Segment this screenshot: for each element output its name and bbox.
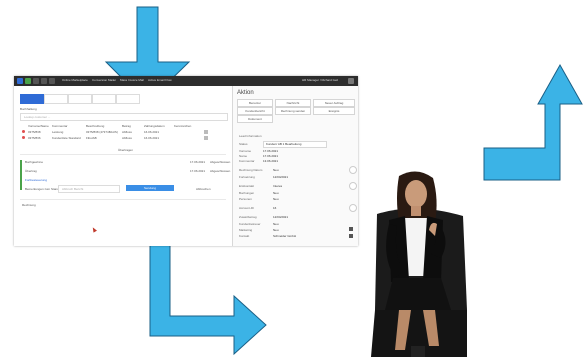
tab-overview[interactable] <box>20 94 44 104</box>
bell-icon[interactable] <box>49 78 55 84</box>
field-value: 12/04/2021 <box>273 215 289 219</box>
field-value: Schneider GmbH <box>273 234 297 238</box>
field-label: Rechnung Datum <box>239 168 263 172</box>
menu-icon[interactable] <box>33 78 39 84</box>
field-label: Erstkontakt <box>239 184 255 188</box>
field-label: Personen <box>239 197 252 201</box>
topbar-item[interactable]: Online Marketplace <box>62 78 88 82</box>
list-date: 17.06.2021 <box>190 160 206 164</box>
field-label: Account-ID <box>239 206 254 210</box>
action-button[interactable]: Nachricht <box>275 99 311 107</box>
action-panel: Aktion Benutzer Nachricht Neuer Auftrag … <box>233 86 358 246</box>
bottom-label: Rechnung <box>22 203 36 207</box>
tab-notes[interactable] <box>92 94 116 104</box>
col-header[interactable]: Zahlungsdatum <box>144 124 165 128</box>
list-item[interactable]: Buchgewinne <box>25 160 43 164</box>
field-value: Neu <box>273 197 279 201</box>
action-button[interactable]: Kundenbericht <box>237 107 273 115</box>
topbar-item[interactable]: Conversion Mailer <box>92 78 116 82</box>
field-value: Neu <box>273 191 279 195</box>
topbar-item[interactable]: Active Email Flow <box>148 78 172 82</box>
table-footer[interactable]: Übertragen <box>118 148 133 152</box>
user-menu[interactable]: HR Manager / Richard Geil <box>302 78 338 82</box>
col-header[interactable]: Betrag <box>122 124 131 128</box>
home-icon[interactable] <box>17 78 23 84</box>
main-panel: Buchhaltung Lookup customer ... Vorname/… <box>14 86 233 246</box>
tab-documents[interactable] <box>44 94 68 104</box>
list-item[interactable]: Übertrag <box>25 169 37 173</box>
comment-input[interactable]: Abbruch Bericht <box>58 185 120 193</box>
field-label: Kommentar <box>239 159 255 163</box>
col-header[interactable]: Kommentar <box>52 124 68 128</box>
action-button[interactable]: Dokument <box>237 115 273 123</box>
list-status: Abgeschlossen <box>210 169 231 173</box>
alert-icon <box>22 136 25 139</box>
right-up-arrow-icon <box>483 63 583 181</box>
settings-icon[interactable] <box>348 78 354 84</box>
action-button[interactable]: Ereignis <box>313 107 355 115</box>
field-value: Neu <box>273 228 279 232</box>
field-label: Buchungen <box>239 191 255 195</box>
field-label: Name <box>239 154 248 158</box>
grid-icon[interactable] <box>41 78 47 84</box>
cancel-button[interactable]: Abbrechen <box>196 187 211 191</box>
input-label: Bemerkungen zum Stand <box>25 187 59 191</box>
field-label: Kundenbetreuer <box>239 222 261 226</box>
field-value: 17.06.2021 <box>263 149 279 153</box>
divider <box>20 154 226 155</box>
action-button[interactable]: Rechnung senden <box>275 107 311 115</box>
top-navigation-bar: Online Marketplace Conversion Mailer Mas… <box>14 76 358 86</box>
field-value: 17.06.2021 <box>263 154 279 158</box>
cursor-icon <box>91 226 97 233</box>
status-field[interactable]: Kunden/ AB 1 Bearbeitung <box>263 141 327 148</box>
section-header: Lead Information <box>239 134 262 138</box>
send-button[interactable]: Sendung <box>126 185 174 191</box>
field-value: Neu <box>273 222 279 226</box>
row-menu-icon[interactable] <box>204 130 208 134</box>
field-label: Zusatzbetrag <box>239 215 257 219</box>
field-label: Vorname <box>239 149 252 153</box>
down-right-arrow-icon <box>149 243 267 356</box>
delete-icon[interactable] <box>349 227 353 231</box>
action-button[interactable]: Benutzer <box>237 99 273 107</box>
crm-screenshot: Online Marketplace Conversion Mailer Mas… <box>14 76 358 246</box>
field-value: 16 <box>273 206 277 210</box>
col-header[interactable]: Vorname/Name <box>28 124 49 128</box>
alert-icon <box>22 130 25 133</box>
tab-tasks[interactable] <box>68 94 92 104</box>
field-value: Interes <box>273 184 283 188</box>
topbar-item[interactable]: Mass Invoice Mail <box>120 78 144 82</box>
list-date: 17.06.2021 <box>190 169 206 173</box>
divider <box>20 199 226 200</box>
panel-title: Aktion <box>237 90 254 96</box>
field-value: 12/04/2021 <box>273 175 289 179</box>
field-label: Marketing <box>239 228 253 232</box>
field-value: Neu <box>273 168 279 172</box>
list-item-active[interactable]: Fortbesteuerung <box>25 178 47 182</box>
search-input[interactable]: Lookup customer ... <box>20 113 228 121</box>
col-header[interactable]: Beschreibung <box>86 124 104 128</box>
delete-icon[interactable] <box>349 234 353 238</box>
row-menu-icon[interactable] <box>204 136 208 140</box>
list-status: Abgeschlossen <box>210 160 231 164</box>
field-label: Kontakt <box>239 234 250 238</box>
section-label: Buchhaltung <box>20 107 37 111</box>
field-label: Status <box>239 142 248 146</box>
status-indicator <box>20 160 22 190</box>
field-label: Fortsetzung <box>239 175 255 179</box>
col-header[interactable]: Kennzeichen <box>174 124 191 128</box>
presenter-person-image <box>371 171 467 357</box>
app-icon[interactable] <box>25 78 31 84</box>
action-button[interactable]: Neuer Auftrag <box>313 99 355 107</box>
field-value: 13.06.2021 <box>263 159 279 163</box>
tab-history[interactable] <box>116 94 140 104</box>
